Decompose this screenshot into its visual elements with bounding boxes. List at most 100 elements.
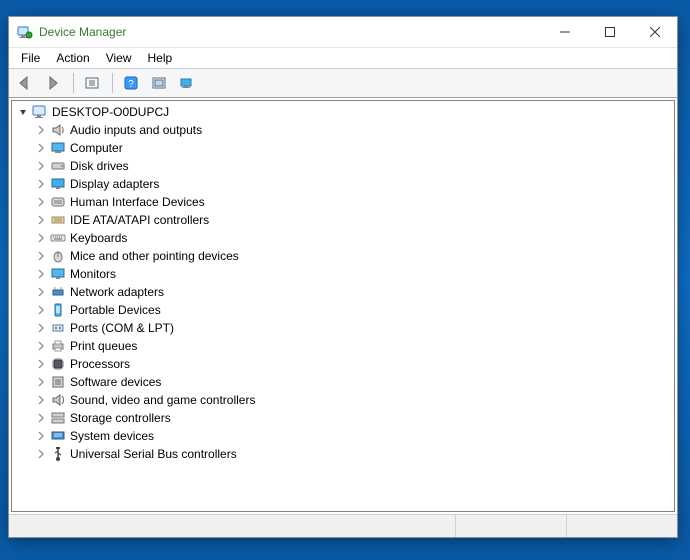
minimize-button[interactable]	[542, 17, 587, 47]
chevron-right-icon[interactable]	[34, 393, 48, 407]
menubar: File Action View Help	[9, 47, 677, 68]
menu-help[interactable]: Help	[140, 49, 181, 67]
tree-item-label: Print queues	[70, 339, 137, 353]
toolbar-separator	[73, 73, 74, 93]
tree-item[interactable]: Software devices	[16, 373, 674, 391]
tree-item-label: Sound, video and game controllers	[70, 393, 255, 407]
chevron-right-icon[interactable]	[34, 231, 48, 245]
menu-view[interactable]: View	[98, 49, 140, 67]
chevron-right-icon[interactable]	[34, 321, 48, 335]
tree-item-label: Portable Devices	[70, 303, 161, 317]
hid-icon	[50, 194, 66, 210]
tree-item[interactable]: Storage controllers	[16, 409, 674, 427]
chevron-right-icon[interactable]	[34, 249, 48, 263]
chevron-right-icon[interactable]	[34, 375, 48, 389]
tree-item-label: Storage controllers	[70, 411, 171, 425]
chevron-right-icon[interactable]	[34, 285, 48, 299]
tree-item[interactable]: Portable Devices	[16, 301, 674, 319]
tree-item[interactable]: Universal Serial Bus controllers	[16, 445, 674, 463]
tree-item[interactable]: Audio inputs and outputs	[16, 121, 674, 139]
chevron-right-icon[interactable]	[34, 195, 48, 209]
chevron-right-icon[interactable]	[34, 339, 48, 353]
tree-item[interactable]: Processors	[16, 355, 674, 373]
system-icon	[50, 428, 66, 444]
tree-item-label: Mice and other pointing devices	[70, 249, 239, 263]
audio-icon	[50, 122, 66, 138]
help-button[interactable]: ?	[119, 72, 143, 94]
toolbar-separator	[112, 73, 113, 93]
chevron-right-icon[interactable]	[34, 411, 48, 425]
tree-root[interactable]: DESKTOP-O0DUPCJ	[16, 103, 674, 121]
tree-item[interactable]: Display adapters	[16, 175, 674, 193]
display-icon	[50, 176, 66, 192]
tree-item-label: Network adapters	[70, 285, 164, 299]
usb-icon	[50, 446, 66, 462]
chevron-right-icon[interactable]	[34, 159, 48, 173]
status-pane	[566, 515, 677, 537]
menu-action[interactable]: Action	[48, 49, 97, 67]
tree-item-label: IDE ATA/ATAPI controllers	[70, 213, 209, 227]
portable-icon	[50, 302, 66, 318]
tree-item-label: Monitors	[70, 267, 116, 281]
chevron-right-icon[interactable]	[34, 303, 48, 317]
tree-item-label: Universal Serial Bus controllers	[70, 447, 237, 461]
tree-item[interactable]: IDE ATA/ATAPI controllers	[16, 211, 674, 229]
tree-root-label: DESKTOP-O0DUPCJ	[52, 105, 169, 119]
chevron-right-icon[interactable]	[34, 213, 48, 227]
tree-item-label: Display adapters	[70, 177, 159, 191]
tree-item-label: Software devices	[70, 375, 161, 389]
chevron-right-icon[interactable]	[34, 267, 48, 281]
close-button[interactable]	[632, 17, 677, 47]
tree-item-label: Disk drives	[70, 159, 129, 173]
status-pane	[455, 515, 566, 537]
chevron-right-icon[interactable]	[34, 357, 48, 371]
tree-item[interactable]: Disk drives	[16, 157, 674, 175]
menu-file[interactable]: File	[13, 49, 48, 67]
window-controls	[542, 17, 677, 47]
device-tree: DESKTOP-O0DUPCJ Audio inputs and outputs C…	[12, 101, 674, 465]
tree-item[interactable]: Print queues	[16, 337, 674, 355]
scan-button[interactable]	[147, 72, 171, 94]
tree-item[interactable]: Human Interface Devices	[16, 193, 674, 211]
tree-item[interactable]: Network adapters	[16, 283, 674, 301]
tree-item-label: Human Interface Devices	[70, 195, 205, 209]
status-pane	[9, 515, 455, 537]
computer-icon	[32, 104, 48, 120]
device-tree-pane[interactable]: DESKTOP-O0DUPCJ Audio inputs and outputs C…	[11, 100, 675, 512]
svg-text:?: ?	[128, 79, 134, 90]
ports-icon	[50, 320, 66, 336]
tree-item[interactable]: Sound, video and game controllers	[16, 391, 674, 409]
tree-item-label: Keyboards	[70, 231, 127, 245]
chevron-right-icon[interactable]	[34, 447, 48, 461]
tree-item[interactable]: Computer	[16, 139, 674, 157]
chevron-right-icon[interactable]	[34, 429, 48, 443]
tree-item[interactable]: Monitors	[16, 265, 674, 283]
tree-item-label: Computer	[70, 141, 123, 155]
tree-item[interactable]: System devices	[16, 427, 674, 445]
chevron-right-icon[interactable]	[34, 123, 48, 137]
maximize-button[interactable]	[587, 17, 632, 47]
app-icon	[17, 24, 33, 40]
show-hidden-button[interactable]	[175, 72, 199, 94]
tree-item-label: Processors	[70, 357, 130, 371]
tree-item[interactable]: Keyboards	[16, 229, 674, 247]
tree-item-label: System devices	[70, 429, 154, 443]
window-title: Device Manager	[39, 25, 542, 39]
titlebar: Device Manager	[9, 17, 677, 47]
back-button[interactable]	[13, 72, 37, 94]
tree-item[interactable]: Ports (COM & LPT)	[16, 319, 674, 337]
software-icon	[50, 374, 66, 390]
mouse-icon	[50, 248, 66, 264]
toolbar: ?	[9, 68, 677, 98]
chevron-right-icon[interactable]	[34, 141, 48, 155]
chevron-down-icon[interactable]	[16, 105, 30, 119]
properties-button[interactable]	[80, 72, 104, 94]
ide-icon	[50, 212, 66, 228]
cpu-icon	[50, 356, 66, 372]
statusbar	[9, 514, 677, 537]
tree-item[interactable]: Mice and other pointing devices	[16, 247, 674, 265]
keyboard-icon	[50, 230, 66, 246]
chevron-right-icon[interactable]	[34, 177, 48, 191]
forward-button[interactable]	[41, 72, 65, 94]
monitor-icon	[50, 266, 66, 282]
